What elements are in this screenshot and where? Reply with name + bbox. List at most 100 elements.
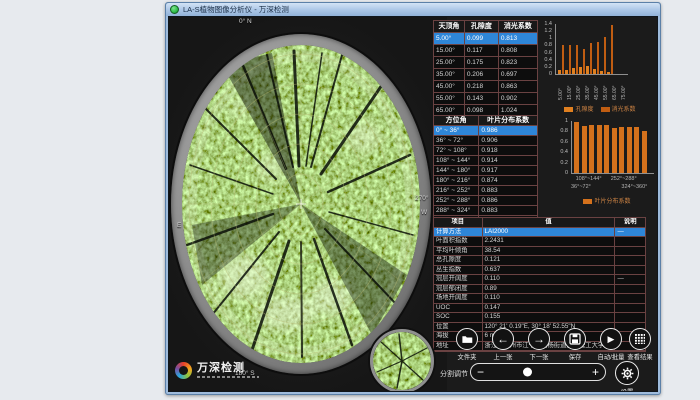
- table-row[interactable]: SOC0.155: [434, 313, 645, 323]
- table-cell: 5.00°: [434, 33, 465, 45]
- view-results-button-label: 查看结果: [623, 352, 657, 361]
- table-row[interactable]: 45.00°0.2180.863: [434, 81, 537, 93]
- table-cell: [615, 304, 645, 314]
- bar: [611, 25, 614, 74]
- folder-button[interactable]: 文件夹: [450, 328, 484, 361]
- bar: [565, 70, 568, 74]
- y-axis-tick: 1.4: [544, 21, 552, 27]
- leaf-distribution-chart: 00.20.40.60.81 108°~144° 252°~288° 36°~7…: [557, 117, 657, 213]
- bar: [590, 43, 593, 74]
- table-cell: 0.147: [483, 304, 616, 314]
- table-cell: 计算方法: [434, 228, 483, 238]
- next-button[interactable]: → 下一张: [522, 328, 556, 361]
- table-row[interactable]: 场地开阔度0.110: [434, 294, 645, 304]
- table-cell: 0.883: [479, 186, 537, 196]
- folder-icon: [461, 333, 473, 345]
- table-cell: 45.00°: [434, 81, 465, 93]
- table-cell: 丛生指数: [434, 266, 483, 276]
- table-cell: [615, 266, 645, 276]
- table-row[interactable]: 216° ~ 252°0.883: [434, 186, 537, 196]
- canopy-photo[interactable]: [182, 45, 420, 363]
- table-row[interactable]: 冠层郁闭度0.89: [434, 285, 645, 295]
- table-row[interactable]: 叶面积指数2.2431: [434, 237, 645, 247]
- play-icon: ▶: [608, 333, 615, 345]
- photo-thumbnail[interactable]: [370, 329, 434, 392]
- table-cell: 冠层开阔度: [434, 275, 483, 285]
- table-cell: LAI2000: [483, 228, 616, 238]
- table-row[interactable]: 55.00°0.1430.902: [434, 93, 537, 105]
- folder-button-label: 文件夹: [450, 352, 484, 361]
- table-row[interactable]: 平均叶倾角38.54: [434, 247, 645, 257]
- y-axis-tick: 1: [549, 35, 552, 41]
- table-cell: 0° ~ 36°: [434, 126, 479, 136]
- table-cell: 72° ~ 108°: [434, 146, 479, 156]
- table-row[interactable]: 36° ~ 72°0.906: [434, 136, 537, 146]
- table-cell: 0.121: [483, 256, 616, 266]
- table-row[interactable]: 180° ~ 216°0.874: [434, 176, 537, 186]
- table-row[interactable]: 丛生指数0.637: [434, 266, 645, 276]
- table-cell: 252° ~ 288°: [434, 196, 479, 206]
- table-row[interactable]: 5.00°0.0990.813: [434, 33, 537, 45]
- compass-east-label: E: [177, 222, 181, 229]
- table-cell: 55.00°: [434, 93, 465, 105]
- slider-plus-button[interactable]: +: [592, 365, 599, 379]
- chart2-xlabels-row1: 108°~144° 252°~288°: [571, 176, 637, 182]
- bar: [619, 127, 624, 173]
- bar-group: [565, 45, 571, 74]
- arrow-right-icon: →: [533, 333, 545, 345]
- table-cell: 场地开阔度: [434, 294, 483, 304]
- grid-icon: [634, 333, 646, 345]
- table-row[interactable]: 288° ~ 324°0.883: [434, 206, 537, 216]
- table-cell: 0.110: [483, 275, 616, 285]
- table-cell: 0.918: [479, 146, 537, 156]
- table-cell: 144° ~ 180°: [434, 166, 479, 176]
- slider-minus-button[interactable]: −: [477, 365, 484, 379]
- bar-group: [600, 37, 606, 74]
- table-cell: 0.863: [499, 81, 537, 93]
- view-results-button[interactable]: 查看结果: [623, 328, 657, 361]
- table-cell: [615, 294, 645, 304]
- save-button[interactable]: 保存: [558, 328, 592, 361]
- settings-button[interactable]: 设置: [610, 361, 644, 392]
- bar: [642, 131, 647, 173]
- table-cell: 0.883: [479, 206, 537, 216]
- bar: [612, 128, 617, 173]
- brand-logo: 万深检测: [175, 362, 259, 379]
- table-cell: 平均叶倾角: [434, 247, 483, 257]
- table-cell: 0.110: [483, 294, 616, 304]
- table-row[interactable]: 25.00°0.1750.823: [434, 57, 537, 69]
- y-axis-tick: 0: [549, 71, 552, 77]
- table-cell: 0.218: [465, 81, 499, 93]
- table-cell: 0.206: [465, 69, 499, 81]
- bar: [607, 72, 610, 74]
- chart1-legend: 孔隙度 消光系数: [545, 104, 655, 113]
- window-title: LA-S植物图像分析仪 - 万深检测: [183, 3, 289, 16]
- table-row[interactable]: 108° ~ 144°0.914: [434, 156, 537, 166]
- table-cell: [615, 256, 645, 266]
- table-cell: 0.986: [479, 126, 537, 136]
- slider-thumb[interactable]: [523, 368, 532, 377]
- x-axis-label: 45.00°: [593, 76, 601, 100]
- table-cell: 288° ~ 324°: [434, 206, 479, 216]
- table-cell: 180° ~ 216°: [434, 176, 479, 186]
- legend-swatch: [564, 107, 573, 112]
- table-row[interactable]: 总孔隙度0.121: [434, 256, 645, 266]
- table-row[interactable]: 15.00°0.1170.808: [434, 45, 537, 57]
- table-row[interactable]: 144° ~ 180°0.917: [434, 166, 537, 176]
- chart2-xlabels-row2: 36°~72° 324°~360°: [571, 184, 647, 190]
- table-row[interactable]: 0° ~ 36°0.986: [434, 126, 537, 136]
- table-row[interactable]: 72° ~ 108°0.918: [434, 146, 537, 156]
- y-axis-tick: 1: [565, 118, 568, 124]
- bar: [600, 71, 603, 75]
- table-row[interactable]: 252° ~ 288°0.886: [434, 196, 537, 206]
- table-row[interactable]: 计算方法LAI2000—: [434, 228, 645, 238]
- table-cell: 0.902: [499, 93, 537, 105]
- table-row[interactable]: 35.00°0.2060.697: [434, 69, 537, 81]
- table-row[interactable]: 冠层开阔度0.110—: [434, 275, 645, 285]
- x-axis-label: 55.00°: [602, 76, 610, 100]
- previous-button[interactable]: ← 上一张: [486, 328, 520, 361]
- table-row[interactable]: UOC0.147: [434, 304, 645, 314]
- save-icon: [569, 333, 581, 345]
- titlebar[interactable]: LA-S植物图像分析仪 - 万深检测: [166, 3, 660, 16]
- segmentation-slider[interactable]: − +: [470, 363, 606, 381]
